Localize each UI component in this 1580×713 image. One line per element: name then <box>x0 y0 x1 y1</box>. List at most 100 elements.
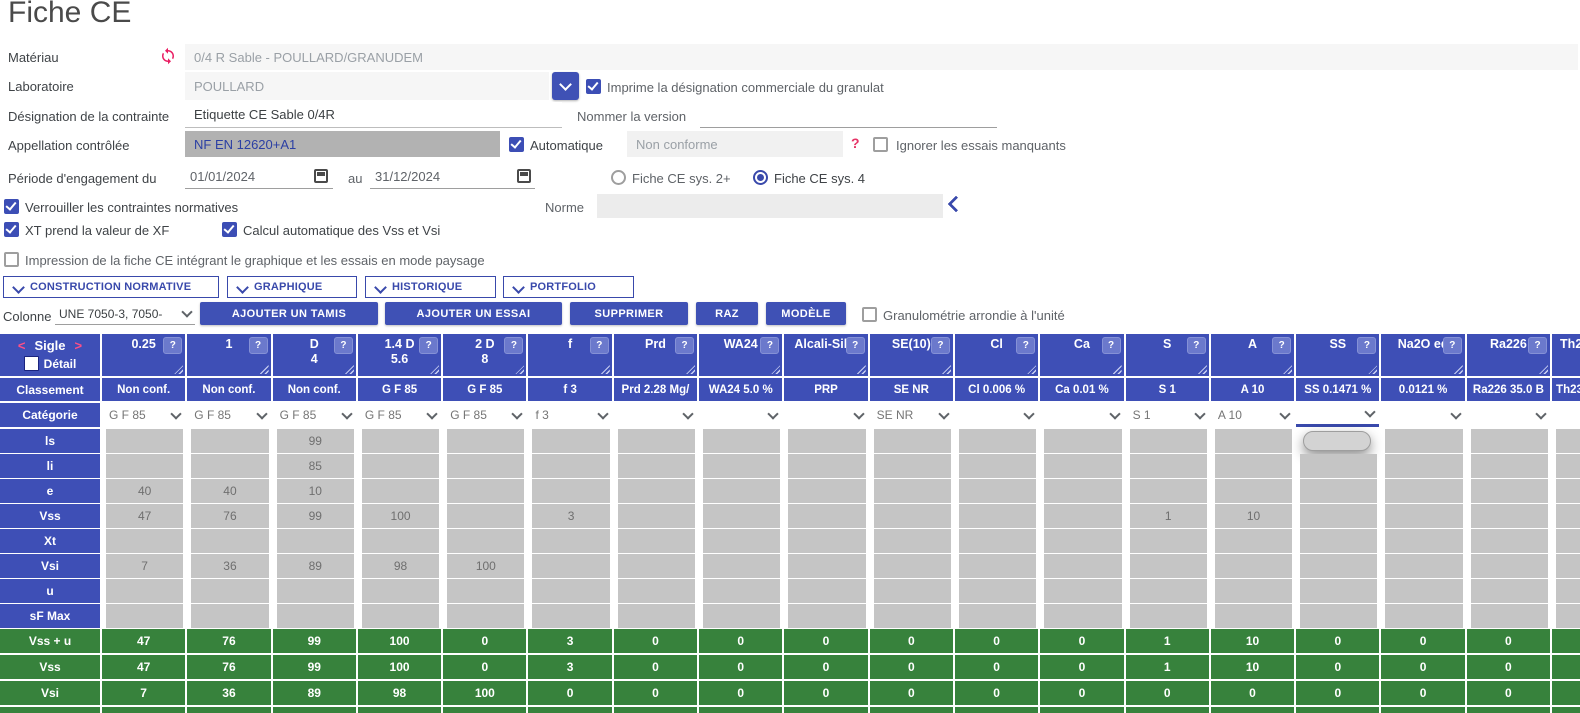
header-col-A[interactable]: A? <box>1211 334 1294 376</box>
body-cell[interactable] <box>1215 454 1292 478</box>
body-cell[interactable] <box>1300 454 1377 478</box>
body-cell[interactable] <box>1215 529 1292 553</box>
body-cell[interactable]: 3 <box>532 504 609 528</box>
body-cell[interactable] <box>447 579 524 603</box>
body-cell[interactable]: 36 <box>191 554 268 578</box>
body-cell[interactable] <box>1385 554 1462 578</box>
categorie-select[interactable]: G F 85 <box>273 403 356 427</box>
categorie-select[interactable]: G F 85 <box>102 403 185 427</box>
body-cell[interactable] <box>362 454 439 478</box>
raz-button[interactable]: RAZ <box>696 302 758 325</box>
categorie-select[interactable] <box>1381 403 1464 427</box>
body-cell[interactable] <box>874 479 951 503</box>
body-cell[interactable] <box>1215 429 1292 453</box>
body-cell[interactable] <box>532 604 609 628</box>
graphique-button[interactable]: GRAPHIQUE <box>227 276 357 298</box>
laboratoire-dropdown-button[interactable] <box>552 72 579 100</box>
prev-column-arrow[interactable]: < <box>18 338 26 353</box>
body-cell[interactable] <box>1471 579 1548 603</box>
body-cell[interactable] <box>1471 454 1548 478</box>
body-cell[interactable] <box>447 479 524 503</box>
materiau-input[interactable]: 0/4 R Sable - POULLARD/GRANUDEM <box>185 44 1578 70</box>
body-cell[interactable] <box>703 479 780 503</box>
body-cell[interactable] <box>788 454 865 478</box>
body-cell[interactable] <box>106 604 183 628</box>
column-help-button[interactable]: ? <box>846 337 865 354</box>
ajouter-tamis-button[interactable]: AJOUTER UN TAMIS <box>200 302 378 325</box>
body-cell[interactable] <box>532 529 609 553</box>
column-help-button[interactable]: ? <box>504 337 523 354</box>
column-resize-handle[interactable] <box>430 365 439 374</box>
body-cell[interactable] <box>703 429 780 453</box>
column-resize-handle[interactable] <box>857 365 866 374</box>
next-column-arrow[interactable]: > <box>75 338 83 353</box>
body-cell[interactable] <box>532 479 609 503</box>
xt-checkbox[interactable] <box>4 222 19 237</box>
body-cell[interactable] <box>532 454 609 478</box>
focused-cell-input[interactable] <box>1303 431 1371 451</box>
categorie-select[interactable]: G F 85 <box>187 403 270 427</box>
body-cell[interactable] <box>788 479 865 503</box>
categorie-select[interactable] <box>955 403 1038 427</box>
column-help-button[interactable]: ? <box>1016 337 1035 354</box>
body-cell[interactable] <box>532 554 609 578</box>
header-col-1.4D[interactable]: 1.4 D5.6? <box>358 334 441 376</box>
categorie-select[interactable]: G F 85 <box>443 403 526 427</box>
automatique-checkbox[interactable] <box>509 137 524 152</box>
categorie-select[interactable]: f 3 <box>528 403 611 427</box>
column-help-button[interactable]: ? <box>249 337 268 354</box>
column-resize-handle[interactable] <box>1283 365 1292 374</box>
body-cell[interactable] <box>1385 504 1462 528</box>
body-cell[interactable]: 100 <box>447 554 524 578</box>
header-col-2D[interactable]: 2 D8? <box>443 334 526 376</box>
body-cell[interactable] <box>874 504 951 528</box>
body-cell[interactable] <box>1471 479 1548 503</box>
body-cell[interactable] <box>703 604 780 628</box>
body-cell[interactable] <box>874 429 951 453</box>
body-cell[interactable] <box>277 529 354 553</box>
body-cell[interactable] <box>1471 554 1548 578</box>
column-resize-handle[interactable] <box>260 365 269 374</box>
fiche-sys4-radio[interactable] <box>753 170 768 185</box>
header-col-Ca[interactable]: Ca? <box>1040 334 1123 376</box>
column-resize-handle[interactable] <box>1368 365 1377 374</box>
imprime-designation-checkbox[interactable] <box>586 79 601 94</box>
body-cell[interactable]: 47 <box>106 504 183 528</box>
column-help-button[interactable]: ? <box>1357 337 1376 354</box>
designation-input[interactable]: Etiquette CE Sable 0/4R <box>185 102 562 128</box>
body-cell[interactable] <box>106 429 183 453</box>
header-col-SS[interactable]: SS? <box>1296 334 1379 376</box>
column-help-button[interactable]: ? <box>163 337 182 354</box>
body-cell[interactable] <box>1300 579 1377 603</box>
body-cell[interactable] <box>191 529 268 553</box>
header-col-Prd[interactable]: Prd? <box>614 334 697 376</box>
header-col-WA24[interactable]: WA24? <box>699 334 782 376</box>
laboratoire-input[interactable]: POULLARD <box>185 72 549 100</box>
header-col-D[interactable]: D4? <box>273 334 356 376</box>
body-cell[interactable] <box>1471 604 1548 628</box>
body-cell[interactable] <box>1215 604 1292 628</box>
body-cell[interactable] <box>1130 529 1207 553</box>
body-cell[interactable] <box>106 529 183 553</box>
column-help-button[interactable]: ? <box>1102 337 1121 354</box>
body-cell[interactable] <box>1471 429 1548 453</box>
body-cell[interactable] <box>1130 429 1207 453</box>
body-cell[interactable] <box>874 454 951 478</box>
calendar-icon[interactable] <box>314 169 328 183</box>
ajouter-essai-button[interactable]: AJOUTER UN ESSAI <box>385 302 562 325</box>
body-cell[interactable] <box>618 579 695 603</box>
body-cell[interactable] <box>959 579 1036 603</box>
date-du-input[interactable]: 01/01/2024 <box>185 164 333 189</box>
body-cell[interactable] <box>447 604 524 628</box>
body-cell[interactable]: 10 <box>277 479 354 503</box>
help-icon[interactable]: ? <box>851 135 860 151</box>
supprimer-button[interactable]: SUPPRIMER <box>570 302 688 325</box>
body-cell[interactable]: 99 <box>277 504 354 528</box>
body-cell[interactable] <box>1556 604 1580 628</box>
date-au-input[interactable]: 31/12/2024 <box>370 164 535 189</box>
body-cell[interactable] <box>532 579 609 603</box>
chevron-left-icon[interactable] <box>948 196 965 213</box>
body-cell[interactable] <box>788 604 865 628</box>
body-cell[interactable] <box>788 529 865 553</box>
body-cell[interactable] <box>1300 604 1377 628</box>
